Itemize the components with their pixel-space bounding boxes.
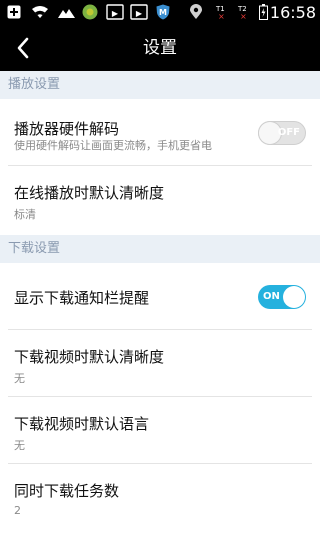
toggle-label: ON [263, 291, 280, 302]
row-subtitle: 使用硬件解码让画面更流畅，手机更省电 [14, 139, 212, 152]
row-title: 下载视频时默认语言 [14, 415, 150, 433]
app-icon [82, 4, 98, 20]
page-title: 设置 [143, 38, 177, 58]
battery-icon [258, 4, 268, 20]
section-header-download: 下载设置 [0, 235, 320, 263]
toggle-label: OFF [277, 127, 300, 138]
chevron-left-icon [17, 37, 29, 59]
toggle-knob [283, 286, 305, 308]
wifi-icon [30, 4, 50, 20]
nav-bar: 设置 [0, 25, 320, 71]
location-icon [188, 4, 204, 20]
row-value: 无 [14, 439, 25, 452]
back-button[interactable] [4, 29, 42, 67]
section-header-playback: 播放设置 [0, 71, 320, 99]
svg-text:▶: ▶ [136, 9, 143, 18]
setting-row-download-language[interactable]: 下载视频时默认语言 无 [0, 397, 320, 464]
status-time: 16:58 [269, 3, 316, 22]
row-value: 标清 [14, 208, 36, 221]
video-icon: ▶ [130, 4, 148, 20]
svg-text:▶: ▶ [112, 9, 119, 18]
svg-text:×: × [218, 12, 225, 20]
setting-row-download-notification[interactable]: 显示下载通知栏提醒 ON [0, 263, 320, 330]
download-notification-toggle[interactable]: ON [258, 285, 306, 309]
row-value: 2 [14, 504, 21, 517]
signal-2-icon: T2 × [236, 4, 254, 20]
signal-1-icon: T1 × [214, 4, 232, 20]
setting-row-download-quality[interactable]: 下载视频时默认清晰度 无 [0, 330, 320, 397]
setting-row-online-quality[interactable]: 在线播放时默认清晰度 标清 [0, 166, 320, 234]
cloud-icon [56, 4, 76, 20]
row-title: 显示下载通知栏提醒 [14, 289, 150, 307]
row-title: 同时下载任务数 [14, 482, 120, 500]
row-title: 播放器硬件解码 [14, 120, 120, 138]
setting-row-hardware-decoding[interactable]: 播放器硬件解码 使用硬件解码让画面更流畅，手机更省电 OFF [0, 99, 320, 166]
setting-row-concurrent-downloads[interactable]: 同时下载任务数 2 [0, 464, 320, 533]
row-title: 下载视频时默认清晰度 [14, 348, 165, 366]
row-value: 无 [14, 372, 25, 385]
row-title: 在线播放时默认清晰度 [14, 184, 165, 202]
shield-icon: M [155, 4, 171, 20]
add-icon [6, 4, 22, 20]
svg-text:×: × [240, 12, 247, 20]
video-icon: ▶ [106, 4, 124, 20]
svg-text:M: M [159, 8, 167, 17]
hardware-decoding-toggle[interactable]: OFF [258, 121, 306, 145]
status-bar: ▶ ▶ M T1 × T2 × 16:58 [0, 0, 320, 25]
